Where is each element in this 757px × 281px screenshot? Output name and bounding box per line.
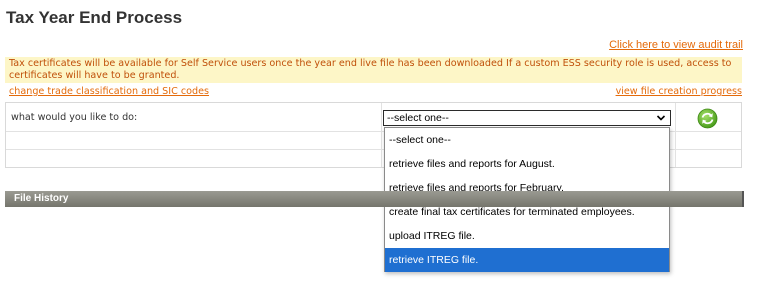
refresh-icon[interactable] bbox=[697, 108, 718, 129]
action-select[interactable]: --select one-- bbox=[383, 110, 671, 126]
dropdown-option-selected[interactable]: retrieve ITREG file. bbox=[385, 248, 669, 272]
file-creation-progress-link[interactable]: view file creation progress bbox=[616, 86, 742, 97]
audit-trail-link[interactable]: Click here to view audit trail bbox=[609, 39, 743, 51]
dropdown-option[interactable]: upload ITREG file. bbox=[385, 224, 669, 248]
dropdown-option[interactable]: retrieve files and reports for August. bbox=[385, 152, 669, 176]
action-select-value: --select one-- bbox=[387, 112, 449, 124]
file-history-header: File History bbox=[5, 191, 744, 207]
notice-banner: Tax certificates will be available for S… bbox=[5, 57, 742, 83]
column-divider bbox=[381, 103, 382, 167]
column-divider bbox=[675, 103, 676, 167]
chevron-down-icon bbox=[656, 115, 666, 121]
dropdown-option[interactable]: --select one-- bbox=[385, 128, 669, 152]
file-history-title: File History bbox=[14, 193, 69, 204]
action-question-label: what would you like to do: bbox=[11, 112, 138, 123]
trade-classification-link[interactable]: change trade classification and SIC code… bbox=[9, 86, 209, 97]
page-title: Tax Year End Process bbox=[6, 8, 183, 27]
notice-text: Tax certificates will be available for S… bbox=[9, 58, 732, 81]
